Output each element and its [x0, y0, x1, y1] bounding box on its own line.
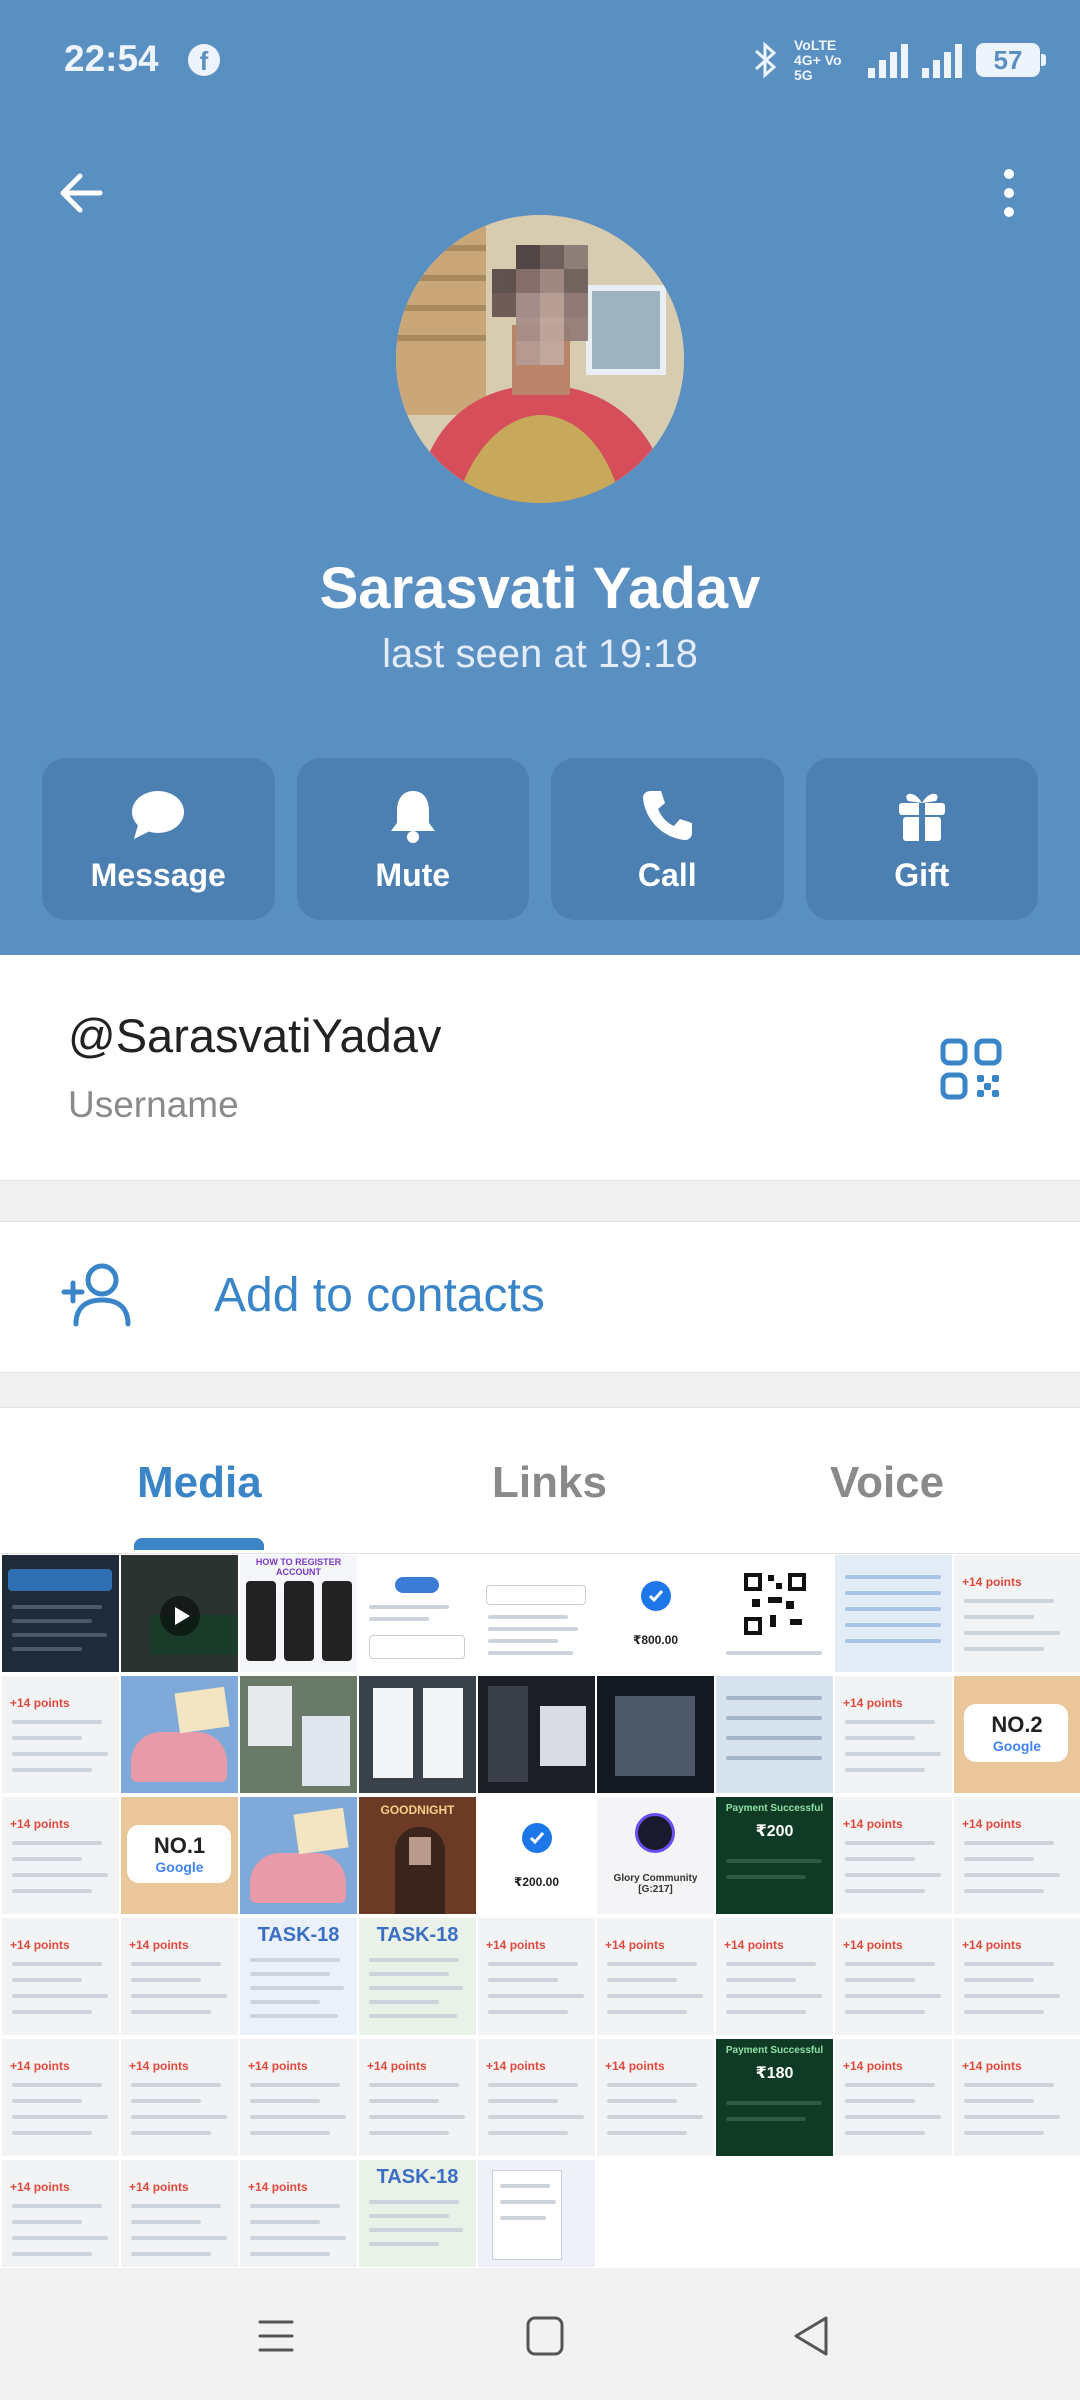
points-thumbnail[interactable]: +14 points: [2, 2160, 119, 2267]
message-button-label: Message: [90, 856, 226, 893]
tab-voice[interactable]: Voice: [830, 1458, 944, 1508]
battery-icon: 57: [976, 43, 1046, 77]
points-thumbnail[interactable]: +14 points: [2, 1797, 119, 1914]
points-thumbnail[interactable]: +14 points: [954, 2039, 1080, 2156]
points-thumbnail[interactable]: +14 points: [835, 2039, 952, 2156]
recent-apps-icon[interactable]: [246, 2308, 306, 2364]
points-thumbnail[interactable]: +14 points: [240, 2039, 357, 2156]
media-thumbnail[interactable]: [359, 1676, 476, 1793]
bell-icon: [390, 790, 435, 843]
media-thumbnail[interactable]: HOW TO REGISTER ACCOUNT: [240, 1555, 357, 1672]
media-thumbnail[interactable]: [478, 1676, 595, 1793]
username-value[interactable]: @SarasvatiYadav: [68, 1008, 441, 1063]
section-divider: [0, 1180, 1080, 1222]
signal-icon: [868, 42, 908, 78]
points-thumbnail[interactable]: +14 points: [478, 2039, 595, 2156]
google-badge-thumbnail[interactable]: NO.2 Google: [954, 1676, 1080, 1793]
profile-avatar[interactable]: [396, 215, 684, 503]
home-icon[interactable]: [514, 2308, 574, 2364]
signal-icon-2: [922, 42, 962, 78]
active-tab-indicator: [134, 1538, 264, 1550]
profile-header: 22:54 f VoLTE 4G+ Vo 5G 57 Sarasvati Yad…: [0, 0, 1080, 955]
action-buttons: Message Mute Call Gift: [42, 758, 1038, 920]
shared-media-tabs: Media Links Voice: [0, 1408, 1080, 1554]
mute-button-label: Mute: [375, 856, 451, 893]
media-thumbnail[interactable]: [478, 2160, 595, 2267]
back-arrow-icon[interactable]: [50, 160, 116, 226]
payment-success-thumbnail[interactable]: Payment Successful ₹200: [716, 1797, 833, 1914]
google-badge-thumbnail[interactable]: NO.1 Google: [121, 1797, 238, 1914]
status-icons: VoLTE 4G+ Vo 5G 57: [752, 36, 1046, 83]
points-thumbnail[interactable]: +14 points: [2, 2039, 119, 2156]
points-thumbnail[interactable]: +14 points: [835, 1918, 952, 2035]
media-grid: HOW TO REGISTER ACCOUNT ₹800.00 +14 poin…: [0, 1555, 1080, 2267]
network-type: VoLTE 4G+ Vo 5G: [794, 36, 842, 83]
mute-button[interactable]: Mute: [296, 758, 529, 920]
points-thumbnail[interactable]: +14 points: [121, 2160, 238, 2267]
payment-success-thumbnail[interactable]: Payment Successful ₹180: [716, 2039, 833, 2156]
username-section[interactable]: [0, 955, 1080, 1180]
points-thumbnail[interactable]: +14 points: [954, 1918, 1080, 2035]
media-thumbnail[interactable]: [835, 1555, 952, 1672]
media-video-thumbnail[interactable]: [121, 1555, 238, 1672]
task-thumbnail[interactable]: TASK-18: [359, 1918, 476, 2035]
facebook-notification-icon: f: [188, 44, 220, 76]
media-thumbnail[interactable]: [597, 1676, 714, 1793]
media-thumbnail[interactable]: [240, 1676, 357, 1793]
back-nav-icon[interactable]: [782, 2308, 842, 2364]
message-icon: [132, 790, 185, 839]
points-thumbnail[interactable]: +14 points: [835, 1797, 952, 1914]
bluetooth-icon: [755, 41, 777, 79]
points-thumbnail[interactable]: +14 points: [121, 1918, 238, 2035]
points-thumbnail[interactable]: +14 points: [2, 1918, 119, 2035]
add-user-icon[interactable]: [60, 1262, 136, 1328]
tab-media[interactable]: Media: [137, 1458, 262, 1508]
phone-icon: [643, 790, 693, 840]
media-thumbnail[interactable]: [240, 1797, 357, 1914]
media-thumbnail[interactable]: [716, 1676, 833, 1793]
add-to-contacts-label[interactable]: Add to contacts: [214, 1268, 545, 1323]
profile-name: Sarasvati Yadav: [319, 556, 761, 621]
gift-button-label: Gift: [894, 856, 950, 893]
qr-thumbnail[interactable]: [716, 1555, 833, 1672]
points-thumbnail[interactable]: +14 points: [954, 1797, 1080, 1914]
points-thumbnail[interactable]: +14 points: [597, 1918, 714, 2035]
points-thumbnail[interactable]: +14 points: [716, 1918, 833, 2035]
points-thumbnail[interactable]: +14 points: [835, 1676, 952, 1793]
media-thumbnail[interactable]: [478, 1555, 595, 1672]
points-thumbnail[interactable]: +14 points: [240, 2160, 357, 2267]
qr-code-icon[interactable]: [940, 1038, 1002, 1100]
username-label: Username: [68, 1084, 239, 1125]
points-thumbnail[interactable]: +14 points: [121, 2039, 238, 2156]
gift-button[interactable]: Gift: [805, 758, 1038, 920]
call-button-label: Call: [637, 856, 697, 893]
media-thumbnail[interactable]: [359, 1555, 476, 1672]
community-thumbnail[interactable]: Glory Community [G:217]: [597, 1797, 714, 1914]
more-options-icon[interactable]: [976, 160, 1042, 226]
media-thumbnail[interactable]: [121, 1676, 238, 1793]
points-thumbnail[interactable]: +14 points: [478, 1918, 595, 2035]
tab-links[interactable]: Links: [492, 1458, 607, 1508]
status-bar: 22:54 f VoLTE 4G+ Vo 5G 57: [0, 0, 1080, 125]
payment-thumbnail[interactable]: ₹800.00: [597, 1555, 714, 1672]
media-thumbnail[interactable]: [2, 1555, 119, 1672]
status-time: 22:54: [64, 38, 159, 79]
points-thumbnail[interactable]: +14 points: [954, 1555, 1080, 1672]
task-thumbnail[interactable]: TASK-18: [359, 2160, 476, 2267]
points-thumbnail[interactable]: +14 points: [597, 2039, 714, 2156]
goodnight-thumbnail[interactable]: GOODNIGHT: [359, 1797, 476, 1914]
task-thumbnail[interactable]: TASK-18: [240, 1918, 357, 2035]
points-thumbnail[interactable]: +14 points: [2, 1676, 119, 1793]
gift-icon: [898, 793, 945, 841]
play-icon: [160, 1596, 200, 1636]
message-button[interactable]: Message: [42, 758, 275, 920]
payment-thumbnail[interactable]: ₹200.00: [478, 1797, 595, 1914]
call-button[interactable]: Call: [551, 758, 784, 920]
points-thumbnail[interactable]: +14 points: [359, 2039, 476, 2156]
section-divider-2: [0, 1372, 1080, 1408]
last-seen-status: last seen at 19:18: [382, 632, 698, 676]
system-navigation-bar: [0, 2268, 1080, 2400]
